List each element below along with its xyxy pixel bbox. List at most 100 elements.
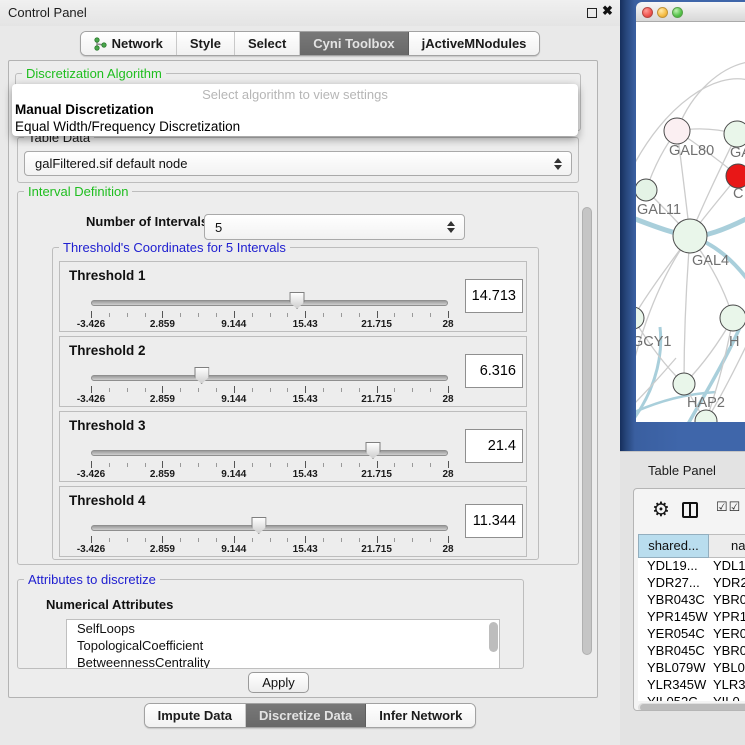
threshold-value-field[interactable]: 14.713 xyxy=(465,279,523,313)
float-window-icon[interactable] xyxy=(587,8,597,18)
tab-style[interactable]: Style xyxy=(177,32,235,55)
tick-mark xyxy=(323,538,324,542)
gear-icon[interactable]: ⚙ xyxy=(652,497,670,522)
slider-track[interactable] xyxy=(91,525,448,531)
cell-shared-name[interactable]: YBR043C xyxy=(638,592,709,609)
network-node[interactable] xyxy=(726,164,745,188)
cell-shared-name[interactable]: YIL052C xyxy=(638,694,709,701)
close-traffic-light-icon[interactable] xyxy=(642,7,653,18)
slider-track[interactable] xyxy=(91,450,448,456)
table-hscrollbar-thumb[interactable] xyxy=(640,704,745,711)
zoom-traffic-light-icon[interactable] xyxy=(672,7,683,18)
cell-shared-name[interactable]: YBR045C xyxy=(638,643,709,660)
cell-name[interactable]: YDL1 xyxy=(709,558,745,575)
cell-name[interactable]: YBL0 xyxy=(709,660,745,677)
cell-shared-name[interactable]: YDR27... xyxy=(638,575,709,592)
slider-handle[interactable] xyxy=(194,367,209,384)
settings-scrollbar[interactable] xyxy=(581,192,594,696)
table-row[interactable]: YBR045CYBR0 xyxy=(638,643,745,660)
dropdown-option-manual[interactable]: Manual Discretization xyxy=(15,102,154,117)
network-canvas[interactable]: GAL80GACGAL11GAL4GCY1HHAP2 xyxy=(636,22,745,422)
tab-impute-data[interactable]: Impute Data xyxy=(145,704,246,727)
slider-handle[interactable] xyxy=(251,517,266,534)
network-node[interactable] xyxy=(636,179,657,201)
cell-name[interactable]: YDR2 xyxy=(709,575,745,592)
tab-infer-network[interactable]: Infer Network xyxy=(366,704,475,727)
cell-shared-name[interactable]: YPR145W xyxy=(638,609,709,626)
column-header-name[interactable]: na xyxy=(709,534,745,558)
tick-label: 9.144 xyxy=(221,469,246,480)
column-header-shared-name[interactable]: shared... xyxy=(638,534,709,558)
settings-scrollbar-thumb[interactable] xyxy=(582,207,592,655)
split-columns-icon[interactable] xyxy=(682,502,698,518)
table-row[interactable]: YDR27...YDR2 xyxy=(638,575,745,592)
network-nodes[interactable] xyxy=(636,118,745,422)
tab-select[interactable]: Select xyxy=(235,32,300,55)
slider-track[interactable] xyxy=(91,375,448,381)
threshold-slider[interactable]: -3.4262.8599.14415.4321.71528 xyxy=(91,448,448,480)
threshold-value-field[interactable]: 6.316 xyxy=(465,354,523,388)
table-row[interactable]: YBR043CYBR0 xyxy=(638,592,745,609)
tick-mark xyxy=(359,463,360,467)
list-scrollbar-thumb[interactable] xyxy=(489,622,498,652)
network-node[interactable] xyxy=(664,118,690,144)
tick-mark xyxy=(430,313,431,317)
network-node[interactable] xyxy=(724,121,745,147)
attribute-list-item[interactable]: SelfLoops xyxy=(67,620,499,637)
network-node[interactable] xyxy=(673,373,695,395)
table-data-combobox[interactable]: galFiltered.sif default node xyxy=(24,151,572,176)
threshold-slider[interactable]: -3.4262.8599.14415.4321.71528 xyxy=(91,298,448,330)
tab-discretize-data[interactable]: Discretize Data xyxy=(246,704,366,727)
tick-mark xyxy=(448,536,449,543)
tab-jactivemodules[interactable]: jActiveMNodules xyxy=(409,32,540,55)
network-node[interactable] xyxy=(695,410,717,422)
thresholds-group-title: Threshold's Coordinates for 5 Intervals xyxy=(59,240,290,255)
table-row[interactable]: YDL19...YDL1 xyxy=(638,558,745,575)
cell-name[interactable]: YBR0 xyxy=(709,592,745,609)
network-node[interactable] xyxy=(636,307,644,329)
threshold-value-field[interactable]: 21.4 xyxy=(465,429,523,463)
cell-shared-name[interactable]: YER054C xyxy=(638,626,709,643)
apply-button[interactable]: Apply xyxy=(248,672,309,693)
cell-shared-name[interactable]: YBL079W xyxy=(638,660,709,677)
table-row[interactable]: YLR345WYLR3 xyxy=(638,677,745,694)
cell-name[interactable]: YPR1 xyxy=(709,609,745,626)
slider-handle[interactable] xyxy=(290,292,305,309)
table-row[interactable]: YIL052CYIL0 xyxy=(638,694,745,701)
dropdown-option-equal-width[interactable]: Equal Width/Frequency Discretization xyxy=(15,119,240,134)
cell-name[interactable]: YBR0 xyxy=(709,643,745,660)
network-node[interactable] xyxy=(720,305,745,331)
cell-shared-name[interactable]: YLR345W xyxy=(638,677,709,694)
attribute-list-item[interactable]: BetweennessCentrality xyxy=(67,654,499,669)
cell-shared-name[interactable]: YDL19... xyxy=(638,558,709,575)
cell-name[interactable]: YER0 xyxy=(709,626,745,643)
tab-cyni-toolbox[interactable]: Cyni Toolbox xyxy=(300,32,408,55)
cell-name[interactable]: YLR3 xyxy=(709,677,745,694)
threshold-slider[interactable]: -3.4262.8599.14415.4321.71528 xyxy=(91,523,448,555)
threshold-value-field[interactable]: 11.344 xyxy=(465,504,523,538)
tick-mark xyxy=(377,461,378,468)
table-horizontal-scrollbar[interactable] xyxy=(638,703,745,711)
numerical-attributes-list[interactable]: SelfLoopsTopologicalCoefficientBetweenne… xyxy=(66,619,500,669)
tab-network[interactable]: Network xyxy=(81,32,177,55)
cell-name[interactable]: YIL0 xyxy=(709,694,745,701)
table-row[interactable]: YPR145WYPR1 xyxy=(638,609,745,626)
close-icon[interactable]: ✖ xyxy=(602,3,613,19)
attribute-list-item[interactable]: TopologicalCoefficient xyxy=(67,637,499,654)
threshold-slider[interactable]: -3.4262.8599.14415.4321.71528 xyxy=(91,373,448,405)
number-of-intervals-combobox[interactable]: 5 xyxy=(204,214,465,240)
network-node[interactable] xyxy=(673,219,707,253)
threshold-rows: Threshold 1 -3.4262.8599.14415.4321.7152… xyxy=(59,261,527,561)
threshold-label: Threshold 1 xyxy=(69,268,146,283)
control-panel-window: Control Panel ✖ Network Style Select xyxy=(0,0,620,745)
table-row[interactable]: YBL079WYBL0 xyxy=(638,660,745,677)
tick-mark xyxy=(305,461,306,468)
checkbox-columns-icon[interactable]: ☑☑ xyxy=(716,499,741,515)
tick-mark xyxy=(234,461,235,468)
slider-handle[interactable] xyxy=(366,442,381,459)
tick-mark xyxy=(305,311,306,318)
slider-track[interactable] xyxy=(91,300,448,306)
minimize-traffic-light-icon[interactable] xyxy=(657,7,668,18)
network-window-titlebar[interactable] xyxy=(636,2,745,22)
table-row[interactable]: YER054CYER0 xyxy=(638,626,745,643)
